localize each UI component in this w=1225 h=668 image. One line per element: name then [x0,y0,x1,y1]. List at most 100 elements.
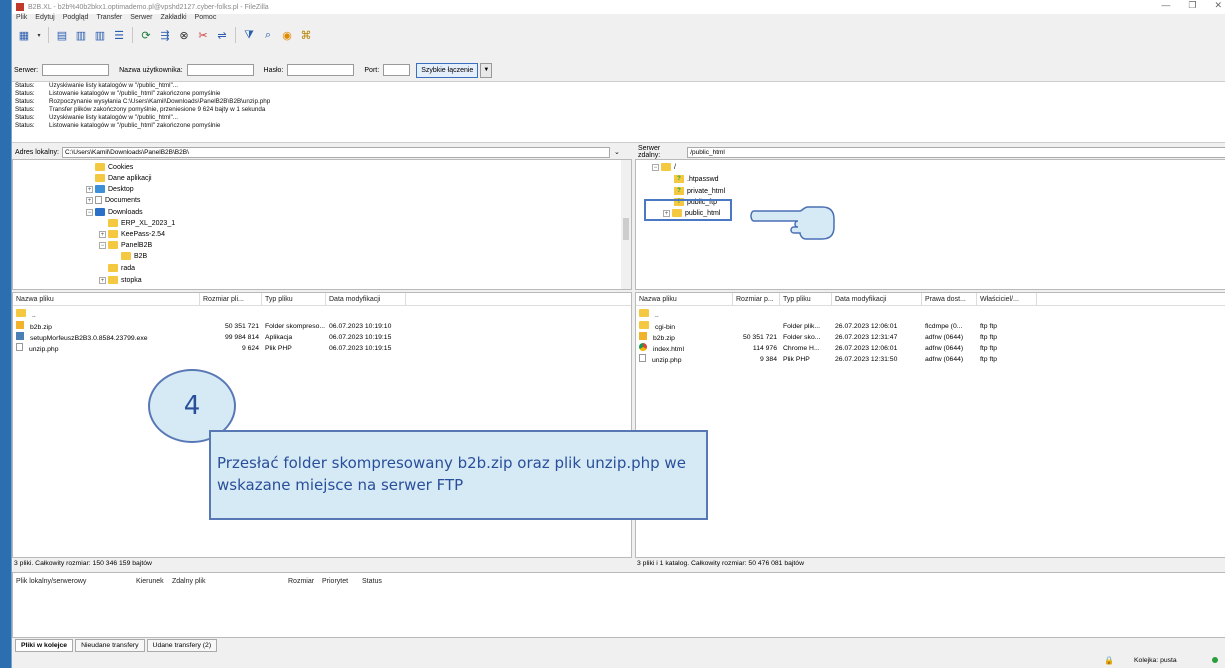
disconnect-icon[interactable]: ✂ [195,27,211,43]
table-row[interactable]: index.html 114 976 Chrome H... 26.07.202… [636,343,1037,353]
column-size[interactable]: Rozmiar pli... [200,293,262,305]
menu-edytuj[interactable]: Edytuj [35,14,54,24]
process-queue-icon[interactable]: ⇶ [157,27,173,43]
tab-failed-transfers[interactable]: Nieudane transfery [75,639,145,652]
site-manager-icon[interactable]: ▦ [16,27,32,43]
tree-item-desktop[interactable]: + Desktop [86,184,134,194]
column-size[interactable]: Rozmiar p... [733,293,780,305]
user-input[interactable] [186,64,254,76]
column-date[interactable]: Data modyfikacji [832,293,922,305]
tab-successful-transfers[interactable]: Udane transfery (2) [146,639,218,652]
column-status[interactable]: Status [359,575,399,587]
tree-item-root[interactable]: − / [652,162,676,172]
exe-icon [16,332,24,340]
chevron-down-icon[interactable]: ⌄ [614,148,620,156]
tree-item-htpasswd[interactable]: ? .htpasswd [674,174,719,184]
menu-pomoc[interactable]: Pomoc [195,14,217,24]
tree-item-panelb2b[interactable]: − PanelB2B [99,240,152,250]
tree-item-downloads[interactable]: − Downloads [86,207,143,217]
local-address-label: Adres lokalny: [15,148,59,156]
table-row[interactable]: .. [636,309,733,319]
table-row[interactable]: setupMorfeuszB2B3.0.8584.23799.exe 99 98… [13,332,406,342]
table-row[interactable]: cgi-bin Folder plik... 26.07.2023 12:06:… [636,321,1037,331]
folder-icon [639,309,649,317]
local-address-input[interactable] [61,146,610,158]
tree-item-rada[interactable]: rada [108,263,135,273]
column-name[interactable]: Nazwa pliku [636,293,733,305]
lock-icon: 🔒 [1104,656,1114,665]
tab-queued-files[interactable]: Pliki w kolejce [15,639,74,652]
local-address-bar: Adres lokalny: ⌄ [12,145,632,159]
expand-icon: + [86,196,93,204]
column-name[interactable]: Nazwa pliku [13,293,200,305]
table-row[interactable]: unzip.php 9 384 Plik PHP 26.07.2023 12:3… [636,354,1037,364]
column-remote-file[interactable]: Zdalny plik [169,575,285,587]
toggle-local-tree-icon[interactable]: ▥ [73,27,89,43]
status-bar: 🔒 Kolejka: pusta [0,654,1225,668]
server-input[interactable] [42,64,110,76]
column-type[interactable]: Typ pliku [262,293,326,305]
toolbar: ▦ ▾ ▤ ▥ ▥ ☰ ⟳ ⇶ ⊗ ✂ ⇌ ⧩ ⌕ ◉ ⌘ [12,24,1225,46]
menu-podglad[interactable]: Podgląd [63,14,89,24]
refresh-icon[interactable]: ⟳ [138,27,154,43]
table-row[interactable]: .. [13,309,200,319]
cancel-icon[interactable]: ⊗ [176,27,192,43]
port-input[interactable] [383,64,411,76]
filezilla-window: B2B.XL - b2b%40b2bkx1.optimademo.pl@vpsh… [11,0,1225,668]
table-row[interactable]: b2b.zip 50 351 721 Folder skompreso... 0… [13,321,406,331]
tree-item-erp[interactable]: ERP_XL_2023_1 [108,218,175,228]
table-row[interactable]: unzip.php 9 624 Plik PHP 06.07.2023 10:1… [13,343,406,353]
menu-transfer[interactable]: Transfer [96,14,122,24]
column-type[interactable]: Typ pliku [780,293,832,305]
tree-item-b2b[interactable]: B2B [121,251,147,261]
maximize-button[interactable]: ❐ [1188,0,1196,11]
column-date[interactable]: Data modyfikacji [326,293,406,305]
menu-plik[interactable]: Plik [16,14,27,24]
filezilla-icon [16,3,24,11]
unknown-folder-icon: ? [674,175,684,183]
compare-icon[interactable]: ⌕ [260,27,276,43]
toggle-remote-tree-icon[interactable]: ▥ [92,27,108,43]
toggle-log-icon[interactable]: ▤ [54,27,70,43]
log-line: Status: Listowanie katalogów w "/public_h… [15,90,221,97]
tree-item-stopka[interactable]: + stopka [99,275,142,285]
menu-serwer[interactable]: Serwer [130,14,152,24]
column-owner[interactable]: Właściciel/... [977,293,1037,305]
menu-zakladki[interactable]: Zakładki [160,14,186,24]
pointing-hand-icon [750,206,835,240]
minimize-button[interactable]: — [1161,0,1170,11]
dropdown-arrow-icon[interactable]: ▾ [35,27,43,43]
column-size[interactable]: Rozmiar [285,575,319,587]
password-input[interactable] [287,64,355,76]
local-tree-scrollbar[interactable] [621,160,631,289]
folder-icon [661,163,671,171]
collapse-icon: − [652,163,659,171]
filter-icon[interactable]: ⧩ [241,27,257,43]
find-icon[interactable]: ⌘ [298,27,314,43]
reconnect-icon[interactable]: ⇌ [214,27,230,43]
close-button[interactable]: ✕ [1214,0,1222,11]
menu-bar: Plik Edytuj Podgląd Transfer Serwer Zakł… [12,14,216,24]
column-priority[interactable]: Priorytet [319,575,359,587]
folder-icon [108,230,118,238]
quickconnect-button[interactable]: Szybkie łączenie [416,62,479,78]
transfer-queue[interactable]: Plik lokalny/serwerowy Kierunek Zdalny p… [12,572,1225,638]
remote-tree[interactable]: − / ? .htpasswd ? private_html ? public_ftp … [635,159,1225,290]
table-row[interactable]: b2b.zip 50 351 721 Folder sko... 26.07.2… [636,332,1037,342]
remote-file-list[interactable]: Nazwa pliku Rozmiar p... Typ pliku Data … [635,292,1225,558]
tree-item-dane-aplikacji[interactable]: Dane aplikacji [95,173,152,183]
log-line: Status: Transfer plików zakończony pomyśl… [15,106,266,113]
queue-tabs: Pliki w kolejce Nieudane transfery Udane… [15,639,219,652]
remote-address-input[interactable] [687,146,1225,158]
column-permissions[interactable]: Prawa dost... [922,293,977,305]
quickconnect-dropdown-icon[interactable]: ▼ [480,62,493,78]
tree-item-documents[interactable]: + Documents [86,195,140,205]
tree-item-keepass[interactable]: + KeePass-2.54 [99,229,165,239]
tree-item-cookies[interactable]: Cookies [95,162,133,172]
column-local-file[interactable]: Plik lokalny/serwerowy [13,575,133,587]
column-direction[interactable]: Kierunek [133,575,169,587]
tree-item-private-html[interactable]: ? private_html [674,186,725,196]
local-tree[interactable]: Cookies Dane aplikacji + Desktop + Documen… [12,159,632,290]
sync-browse-icon[interactable]: ◉ [279,27,295,43]
toggle-queue-icon[interactable]: ☰ [111,27,127,43]
